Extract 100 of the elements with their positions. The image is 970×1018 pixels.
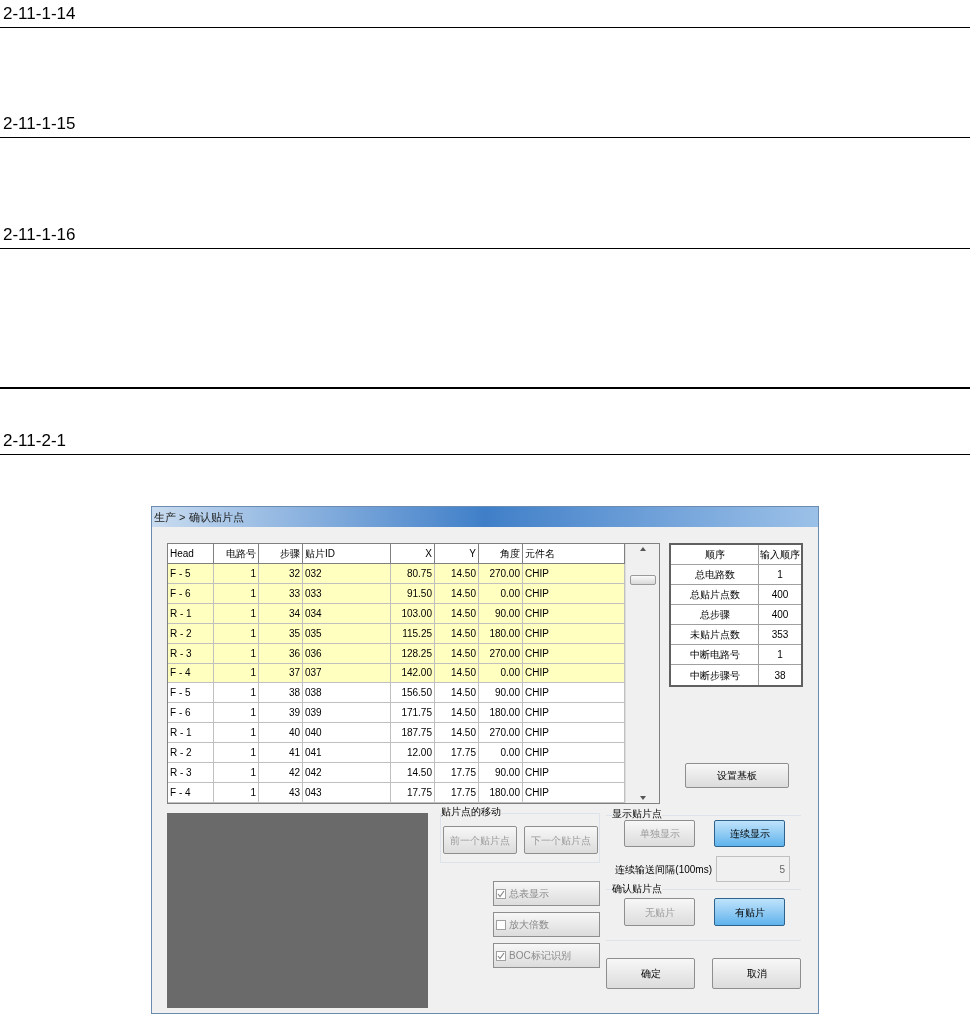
table-cell: F - 5 xyxy=(168,563,214,583)
column-header: 顺序 xyxy=(671,545,759,564)
table-row[interactable]: F - 6 1 39 039 171.75 14.50 180.00 CHIP xyxy=(168,703,625,724)
table-cell: 中断步骤号 xyxy=(671,665,759,685)
table-cell: 14.50 xyxy=(435,583,479,603)
column-header: 贴片ID xyxy=(303,544,391,563)
table-cell: 037 xyxy=(303,663,391,683)
table-cell: 17.75 xyxy=(435,743,479,763)
table-cell: 14.50 xyxy=(435,683,479,703)
table-cell: 270.00 xyxy=(479,723,523,743)
table-cell: 32 xyxy=(259,563,303,583)
table-cell: 270.00 xyxy=(479,563,523,583)
table-cell: 41 xyxy=(259,743,303,763)
table-cell: 42 xyxy=(259,763,303,783)
table-cell: 14.50 xyxy=(391,763,435,783)
table-cell: 14.50 xyxy=(435,703,479,723)
table-cell: 90.00 xyxy=(479,683,523,703)
table-row[interactable]: R - 1 1 34 034 103.00 14.50 90.00 CHIP xyxy=(168,603,625,624)
table-cell: 142.00 xyxy=(391,663,435,683)
column-header: Head xyxy=(168,544,214,563)
table-cell: R - 1 xyxy=(168,603,214,623)
display-mode-button[interactable]: 连续显示 xyxy=(714,820,785,847)
table-cell: 总贴片点数 xyxy=(671,585,759,604)
table-cell: 17.75 xyxy=(435,763,479,783)
table-cell: 36 xyxy=(259,643,303,663)
table-cell: 91.50 xyxy=(391,583,435,603)
table-cell: 180.00 xyxy=(479,703,523,723)
scroll-up-icon[interactable] xyxy=(639,547,646,551)
table-cell: 14.50 xyxy=(435,603,479,623)
table-cell: 270.00 xyxy=(479,643,523,663)
table-cell: 1 xyxy=(214,563,259,583)
table-cell: 1 xyxy=(214,703,259,723)
table-cell: 034 xyxy=(303,603,391,623)
table-cell: 187.75 xyxy=(391,723,435,743)
table-row[interactable]: F - 5 1 38 038 156.50 14.50 90.00 CHIP xyxy=(168,683,625,704)
table-cell: 14.50 xyxy=(435,563,479,583)
column-header: 元件名 xyxy=(523,544,625,563)
table-cell: 12.00 xyxy=(391,743,435,763)
table-cell: 180.00 xyxy=(479,783,523,802)
table-row[interactable]: R - 2 1 35 035 115.25 14.50 180.00 CHIP xyxy=(168,623,625,644)
column-header: 输入顺序 xyxy=(759,548,801,562)
table-cell-text: 38 xyxy=(773,668,787,683)
table-cell: 14.50 xyxy=(435,663,479,683)
dialog-button[interactable]: 确定 xyxy=(606,958,695,989)
table-cell: F - 6 xyxy=(168,583,214,603)
table-cell: 040 xyxy=(303,723,391,743)
table-cell: 38 xyxy=(259,683,303,703)
table-cell: 80.75 xyxy=(391,563,435,583)
table-cell: 043 xyxy=(303,783,391,802)
table-cell: 0.00 xyxy=(479,663,523,683)
table-cell: 1 xyxy=(214,643,259,663)
table-cell: 042 xyxy=(303,763,391,783)
table-cell: 103.00 xyxy=(391,603,435,623)
table-cell: 未贴片点数 xyxy=(671,625,759,644)
table-cell-text: 400 xyxy=(770,588,790,602)
table-cell: R - 1 xyxy=(168,723,214,743)
table-cell: 14.50 xyxy=(435,623,479,643)
table-cell: 90.00 xyxy=(479,763,523,783)
scroll-down-icon[interactable] xyxy=(639,796,646,800)
scrollbar[interactable] xyxy=(625,544,659,803)
set-board-button[interactable]: 设置基板 xyxy=(685,763,789,788)
table-cell-text: 353 xyxy=(770,628,790,642)
table-cell: 37 xyxy=(259,663,303,683)
table-cell: 1 xyxy=(214,623,259,643)
table-cell: F - 4 xyxy=(168,663,214,683)
table-row[interactable]: R - 1 1 40 040 187.75 14.50 270.00 CHIP xyxy=(168,723,625,744)
table-row[interactable]: F - 4 1 37 037 142.00 14.50 0.00 CHIP xyxy=(168,663,625,684)
table-row[interactable]: F - 4 1 43 043 17.75 17.75 180.00 CHIP xyxy=(168,783,625,803)
table-cell: 33 xyxy=(259,583,303,603)
table-row[interactable]: F - 5 1 32 032 80.75 14.50 270.00 CHIP xyxy=(168,563,625,584)
table-cell: F - 5 xyxy=(168,683,214,703)
table-row[interactable]: F - 6 1 33 033 91.50 14.50 0.00 CHIP xyxy=(168,583,625,604)
dialog-button[interactable]: 取消 xyxy=(712,958,801,989)
table-cell: 1 xyxy=(214,683,259,703)
table-cell: F - 4 xyxy=(168,783,214,802)
table-cell: 0.00 xyxy=(479,743,523,763)
table-cell: 039 xyxy=(303,703,391,723)
section-number: 2-11-1-14 xyxy=(2,3,76,25)
table-cell: 1 xyxy=(214,583,259,603)
table-row[interactable]: R - 3 1 42 042 14.50 17.75 90.00 CHIP xyxy=(168,763,625,784)
table-cell-text: 1 xyxy=(776,648,784,662)
table-cell: R - 2 xyxy=(168,743,214,763)
table-row[interactable]: R - 2 1 41 041 12.00 17.75 0.00 CHIP xyxy=(168,743,625,764)
table-cell-text: 400 xyxy=(770,608,790,622)
table-cell: 总步骤 xyxy=(671,605,759,624)
table-row[interactable]: R - 3 1 36 036 128.25 14.50 270.00 CHIP xyxy=(168,643,625,664)
placement-button[interactable]: 有贴片 xyxy=(714,898,785,926)
table-cell: 033 xyxy=(303,583,391,603)
table-cell: R - 3 xyxy=(168,643,214,663)
table-cell: 1 xyxy=(214,723,259,743)
interval-field[interactable]: 5 xyxy=(716,856,790,882)
table-cell: 39 xyxy=(259,703,303,723)
table-cell: 34 xyxy=(259,603,303,623)
group-title: 贴片点的移动 xyxy=(441,806,501,818)
table-cell-text: 1 xyxy=(776,568,784,582)
table-cell: 总电路数 xyxy=(671,565,759,584)
table-cell: 035 xyxy=(303,623,391,643)
table-cell: 032 xyxy=(303,563,391,583)
scroll-thumb[interactable] xyxy=(629,575,656,585)
table-cell: 1 xyxy=(214,763,259,783)
